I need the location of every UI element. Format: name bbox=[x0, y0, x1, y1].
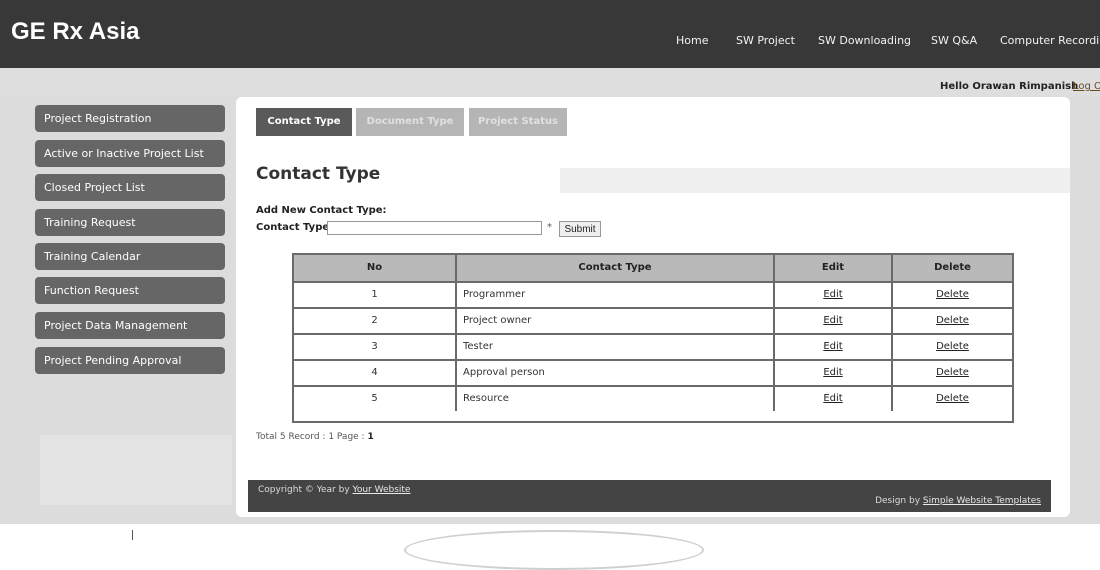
cell-edit: Edit bbox=[775, 281, 893, 307]
contact-type-label: Contact Type: bbox=[256, 222, 334, 233]
sidebar-item-closed-project-list[interactable]: Closed Project List bbox=[35, 174, 225, 201]
cell-delete: Delete bbox=[893, 359, 1012, 385]
nav-computer-recording[interactable]: Computer Recording bbox=[1000, 34, 1100, 47]
column-header-edit: Edit bbox=[775, 255, 893, 281]
delete-link[interactable]: Delete bbox=[936, 367, 969, 378]
tab-project-status[interactable]: Project Status bbox=[469, 108, 567, 136]
tab-contact-type[interactable]: Contact Type bbox=[256, 108, 352, 136]
nav-home[interactable]: Home bbox=[676, 34, 708, 47]
delete-link[interactable]: Delete bbox=[936, 393, 969, 404]
page-title: Contact Type bbox=[256, 164, 381, 184]
decorative-tick bbox=[132, 530, 133, 540]
copyright-text: Copyright © Year by Your Website bbox=[258, 485, 410, 495]
edit-link[interactable]: Edit bbox=[823, 367, 842, 378]
cell-no: 2 bbox=[294, 307, 457, 333]
nav-sw-downloading[interactable]: SW Downloading bbox=[818, 34, 911, 47]
cell-contact-type: Approval person bbox=[457, 359, 775, 385]
cell-contact-type: Resource bbox=[457, 385, 775, 411]
cell-edit: Edit bbox=[775, 333, 893, 359]
column-header-contact-type: Contact Type bbox=[457, 255, 775, 281]
cell-no: 4 bbox=[294, 359, 457, 385]
contact-type-input[interactable] bbox=[327, 221, 542, 235]
delete-link[interactable]: Delete bbox=[936, 341, 969, 352]
logout-link[interactable]: Log Ou bbox=[1073, 81, 1100, 92]
decorative-arc bbox=[404, 530, 704, 570]
page-footer: Copyright © Year by Your Website Design … bbox=[248, 480, 1051, 512]
cell-no: 1 bbox=[294, 281, 457, 307]
cell-no: 3 bbox=[294, 333, 457, 359]
cell-delete: Delete bbox=[893, 281, 1012, 307]
tab-document-type[interactable]: Document Type bbox=[356, 108, 464, 136]
design-credit: Design by Simple Website Templates bbox=[875, 496, 1041, 506]
cell-edit: Edit bbox=[775, 307, 893, 333]
design-prefix: Design by bbox=[875, 496, 923, 506]
cell-delete: Delete bbox=[893, 307, 1012, 333]
submit-button[interactable]: Submit bbox=[559, 221, 601, 237]
sidebar-item-active-inactive-list[interactable]: Active or Inactive Project List bbox=[35, 140, 225, 167]
delete-link[interactable]: Delete bbox=[936, 289, 969, 300]
copyright-prefix: Copyright © Year by bbox=[258, 485, 353, 495]
sidebar-item-project-registration[interactable]: Project Registration bbox=[35, 105, 225, 132]
column-header-no: No bbox=[294, 255, 457, 281]
nav-sw-project[interactable]: SW Project bbox=[736, 34, 795, 47]
heading-band bbox=[560, 168, 1070, 193]
edit-link[interactable]: Edit bbox=[823, 341, 842, 352]
sidebar-item-training-calendar[interactable]: Training Calendar bbox=[35, 243, 225, 270]
user-strip bbox=[0, 68, 1100, 97]
edit-link[interactable]: Edit bbox=[823, 289, 842, 300]
cell-no: 5 bbox=[294, 385, 457, 411]
cell-contact-type: Programmer bbox=[457, 281, 775, 307]
column-header-delete: Delete bbox=[893, 255, 1012, 281]
your-website-link[interactable]: Your Website bbox=[353, 485, 411, 495]
site-header: GE Rx Asia Home SW Project SW Downloadin… bbox=[0, 0, 1100, 68]
sidebar-shadow bbox=[40, 435, 232, 505]
cell-contact-type: Tester bbox=[457, 333, 775, 359]
site-logo[interactable]: GE Rx Asia bbox=[11, 18, 140, 46]
sidebar-item-project-data-management[interactable]: Project Data Management bbox=[35, 312, 225, 339]
contact-type-table: No Contact Type Edit Delete 1 Programmer… bbox=[292, 253, 1014, 423]
user-greeting: Hello Orawan Rimpanish bbox=[940, 81, 1079, 92]
required-marker: * bbox=[547, 222, 552, 233]
sidebar-item-function-request[interactable]: Function Request bbox=[35, 277, 225, 304]
edit-link[interactable]: Edit bbox=[823, 393, 842, 404]
cell-edit: Edit bbox=[775, 385, 893, 411]
edit-link[interactable]: Edit bbox=[823, 315, 842, 326]
sidebar-item-training-request[interactable]: Training Request bbox=[35, 209, 225, 236]
cell-delete: Delete bbox=[893, 385, 1012, 411]
nav-sw-qa[interactable]: SW Q&A bbox=[931, 34, 977, 47]
cell-contact-type: Project owner bbox=[457, 307, 775, 333]
record-count-text: Total 5 Record : 1 Page : bbox=[256, 432, 368, 442]
add-new-label: Add New Contact Type: bbox=[256, 205, 387, 216]
cell-delete: Delete bbox=[893, 333, 1012, 359]
cell-edit: Edit bbox=[775, 359, 893, 385]
current-page-number[interactable]: 1 bbox=[367, 432, 373, 442]
sidebar-item-project-pending-approval[interactable]: Project Pending Approval bbox=[35, 347, 225, 374]
pagination-info: Total 5 Record : 1 Page : 1 bbox=[256, 432, 374, 442]
template-credit-link[interactable]: Simple Website Templates bbox=[923, 496, 1041, 506]
delete-link[interactable]: Delete bbox=[936, 315, 969, 326]
